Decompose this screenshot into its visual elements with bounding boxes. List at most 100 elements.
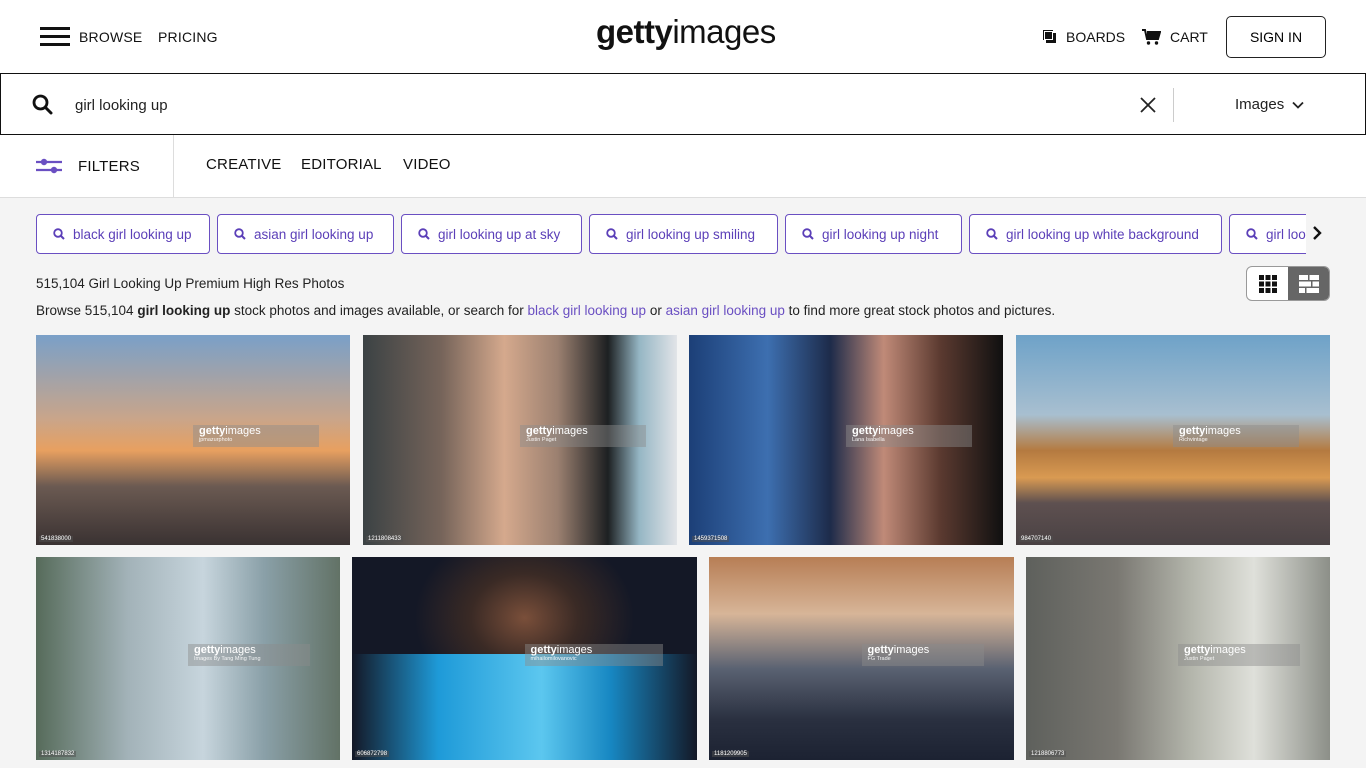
image-result[interactable]: gettyimages Images By Tang Ming Tung 1314… bbox=[36, 557, 340, 760]
image-id: 984707140 bbox=[1019, 536, 1054, 542]
watermark: gettyimages Richvintage bbox=[1173, 425, 1299, 448]
image-id: 1218806773 bbox=[1029, 751, 1067, 757]
tab-creative[interactable]: CREATIVE bbox=[206, 156, 282, 173]
watermark: gettyimages Images By Tang Ming Tung bbox=[188, 644, 310, 667]
grid-view-button[interactable] bbox=[1247, 267, 1288, 300]
mosaic-icon bbox=[1298, 274, 1319, 293]
filter-bar: FILTERS CREATIVE EDITORIAL VIDEO bbox=[0, 135, 1366, 198]
search-icon bbox=[234, 228, 246, 240]
cart-label: CART bbox=[1170, 29, 1208, 45]
desc-query: girl looking up bbox=[137, 303, 231, 318]
related-search-pill[interactable]: girl looking up bbox=[1229, 214, 1306, 254]
watermark: gettyimages Justin Paget bbox=[1178, 644, 1300, 667]
results-title: 515,104 Girl Looking Up Premium High Res… bbox=[36, 276, 345, 291]
site-header: BROWSE PRICING gettyimages BOARDS CART S… bbox=[0, 0, 1366, 74]
image-result[interactable]: gettyimages mihailomilovanovic 606872798 bbox=[352, 557, 697, 760]
cart-link[interactable]: CART bbox=[1142, 29, 1208, 45]
image-result[interactable]: gettyimages Justin Paget 1211808433 bbox=[363, 335, 677, 545]
media-type-dropdown[interactable]: Images bbox=[1235, 96, 1304, 113]
image-id: 1314187832 bbox=[39, 751, 77, 757]
image-id: 606872798 bbox=[355, 751, 390, 757]
watermark: gettyimages FG Trade bbox=[861, 644, 984, 667]
image-result[interactable]: gettyimages Richvintage 984707140 bbox=[1016, 335, 1330, 545]
related-search-pill[interactable]: girl looking up smiling bbox=[589, 214, 778, 254]
photo-credit: FG Trade bbox=[867, 656, 891, 663]
watermark: gettyimages jpmazurphoto bbox=[193, 425, 319, 448]
desc-middle: stock photos and images available, or se… bbox=[230, 303, 528, 318]
photo-credit: jpmazurphoto bbox=[199, 437, 233, 444]
image-id: 1211808433 bbox=[366, 536, 403, 542]
search-divider bbox=[1173, 88, 1174, 122]
boards-icon bbox=[1043, 30, 1056, 43]
image-result[interactable]: gettyimages Justin Paget 1218806773 bbox=[1026, 557, 1330, 760]
grid-icon bbox=[1258, 274, 1277, 293]
pill-label: girl looking up bbox=[1266, 226, 1306, 242]
related-search-pill[interactable]: girl looking up at sky bbox=[401, 214, 582, 254]
pill-label: girl looking up night bbox=[822, 226, 939, 242]
mosaic-view-button[interactable] bbox=[1288, 267, 1329, 300]
pill-label: black girl looking up bbox=[73, 226, 192, 242]
sign-in-button[interactable]: SIGN IN bbox=[1226, 16, 1326, 58]
search-bar: Images bbox=[0, 73, 1366, 135]
watermark: gettyimages Lana Isabella bbox=[846, 425, 972, 448]
menu-icon[interactable] bbox=[40, 27, 70, 47]
image-result[interactable]: gettyimages Lana Isabella 1459371508 bbox=[689, 335, 1003, 545]
tab-video[interactable]: VIDEO bbox=[403, 156, 451, 173]
filter-divider bbox=[173, 135, 174, 197]
image-result[interactable]: gettyimages FG Trade 1181209905 bbox=[709, 557, 1014, 760]
related-link-2[interactable]: asian girl looking up bbox=[666, 303, 785, 318]
search-icon bbox=[986, 228, 998, 240]
related-search-pill[interactable]: girl looking up white background bbox=[969, 214, 1222, 254]
search-icon bbox=[606, 228, 618, 240]
filters-button[interactable]: FILTERS bbox=[36, 135, 140, 197]
pill-label: girl looking up smiling bbox=[626, 226, 756, 242]
photo-credit: Richvintage bbox=[1179, 437, 1208, 444]
filters-label: FILTERS bbox=[78, 157, 140, 175]
image-result[interactable]: gettyimages jpmazurphoto 541838000 bbox=[36, 335, 350, 545]
search-icon[interactable] bbox=[32, 94, 53, 115]
related-link-1[interactable]: black girl looking up bbox=[528, 303, 647, 318]
tab-editorial[interactable]: EDITORIAL bbox=[301, 156, 382, 173]
related-searches: black girl looking up asian girl looking… bbox=[36, 214, 1306, 254]
photo-credit: Lana Isabella bbox=[852, 437, 885, 444]
search-icon bbox=[53, 228, 65, 240]
related-search-pill[interactable]: girl looking up night bbox=[785, 214, 962, 254]
results-description: Browse 515,104 girl looking up stock pho… bbox=[36, 303, 1055, 318]
desc-or: or bbox=[646, 303, 666, 318]
related-search-pill[interactable]: asian girl looking up bbox=[217, 214, 394, 254]
sliders-icon bbox=[36, 158, 62, 174]
photo-credit: Justin Paget bbox=[1184, 656, 1215, 663]
pill-label: asian girl looking up bbox=[254, 226, 374, 242]
photo-credit: mihailomilovanovic bbox=[530, 656, 577, 663]
chevron-right-icon[interactable] bbox=[1312, 225, 1322, 241]
boards-link[interactable]: BOARDS bbox=[1043, 29, 1125, 45]
boards-label: BOARDS bbox=[1066, 29, 1126, 45]
view-toggle bbox=[1246, 266, 1330, 301]
getty-logo[interactable]: gettyimages bbox=[596, 13, 776, 51]
clear-search-icon[interactable] bbox=[1138, 95, 1158, 115]
image-id: 541838000 bbox=[39, 536, 74, 542]
search-input[interactable] bbox=[75, 92, 1105, 118]
image-id: 1459371508 bbox=[692, 536, 730, 542]
watermark: gettyimages mihailomilovanovic bbox=[524, 644, 663, 667]
image-fill bbox=[352, 654, 697, 760]
pill-label: girl looking up at sky bbox=[438, 226, 561, 242]
search-icon bbox=[802, 228, 814, 240]
logo-light: images bbox=[672, 13, 776, 50]
desc-prefix: Browse 515,104 bbox=[36, 303, 138, 318]
cart-icon bbox=[1142, 29, 1161, 45]
pricing-link[interactable]: PRICING bbox=[158, 29, 218, 45]
media-type-label: Images bbox=[1235, 96, 1285, 113]
search-icon bbox=[1246, 228, 1258, 240]
desc-suffix: to find more great stock photos and pict… bbox=[784, 303, 1056, 318]
browse-link[interactable]: BROWSE bbox=[79, 29, 142, 45]
chevron-down-icon bbox=[1292, 101, 1304, 109]
photo-credit: Justin Paget bbox=[526, 437, 557, 444]
image-id: 1181209905 bbox=[712, 751, 749, 757]
logo-bold: getty bbox=[596, 13, 673, 50]
photo-credit: Images By Tang Ming Tung bbox=[194, 656, 261, 663]
watermark: gettyimages Justin Paget bbox=[520, 425, 646, 448]
pill-label: girl looking up white background bbox=[1006, 226, 1199, 242]
related-search-pill[interactable]: black girl looking up bbox=[36, 214, 210, 254]
search-icon bbox=[418, 228, 430, 240]
